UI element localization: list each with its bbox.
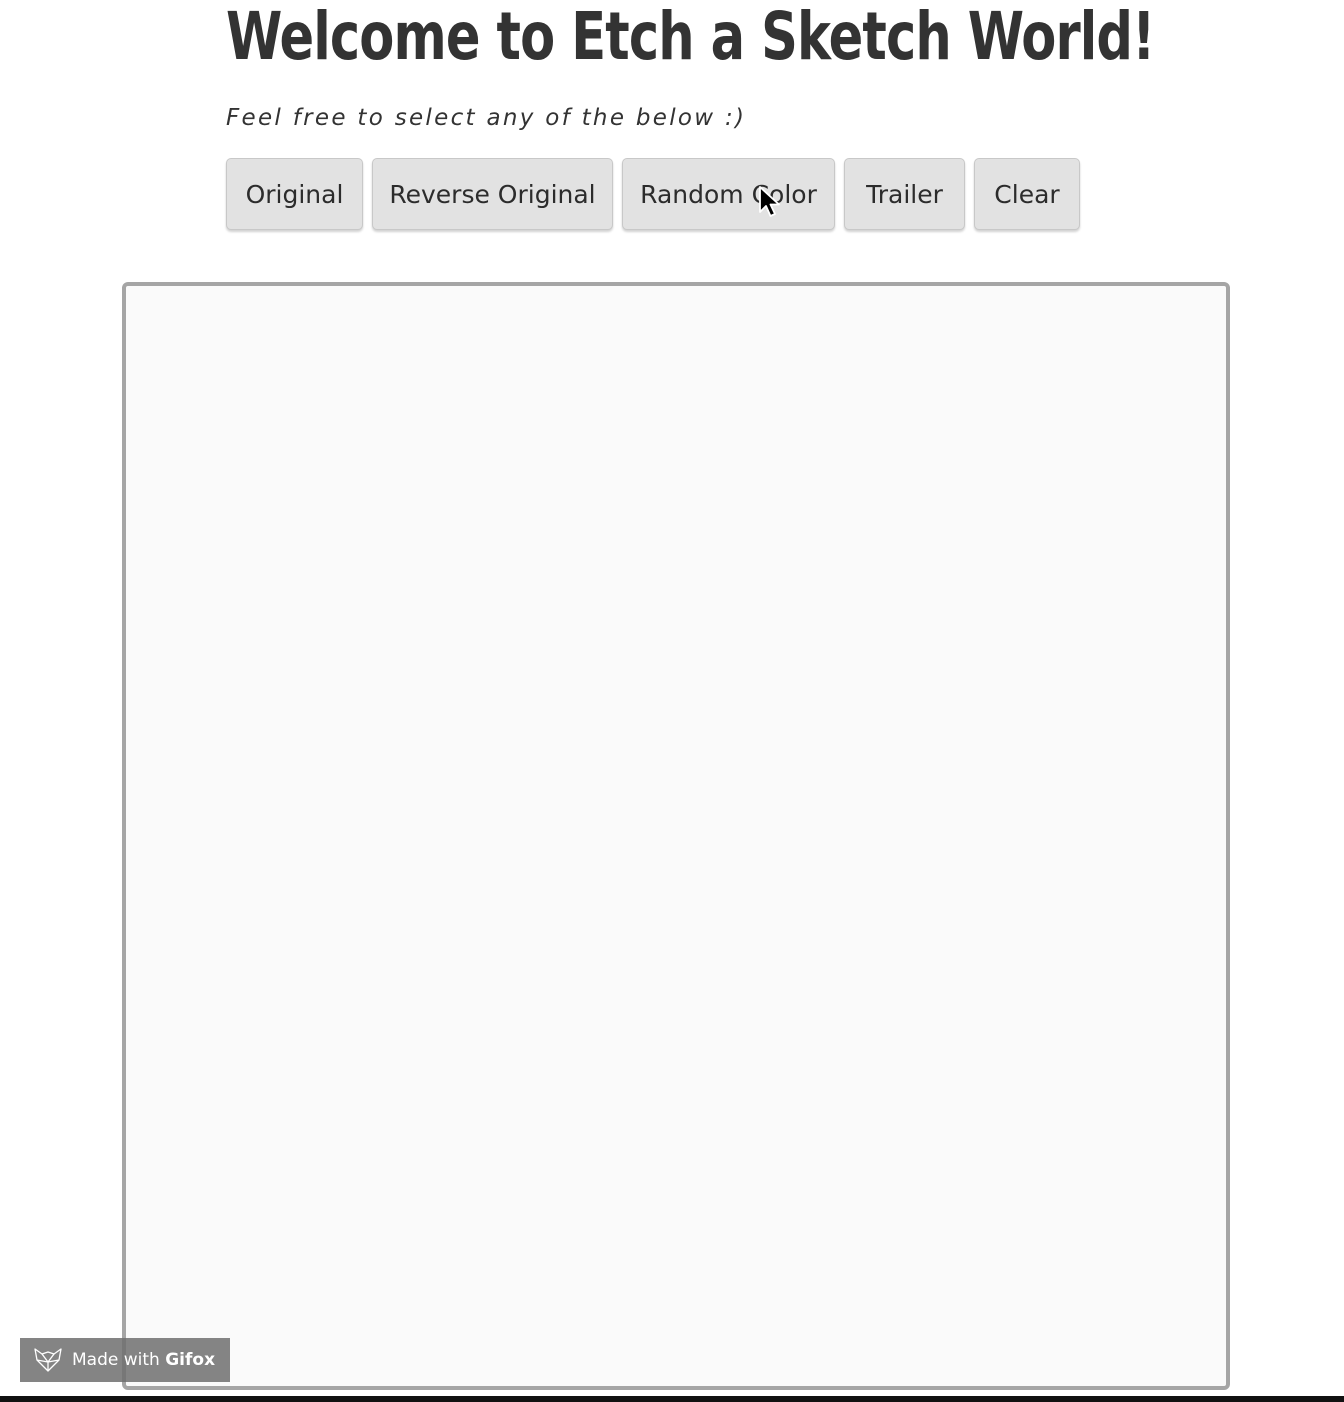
gifox-watermark-badge: Made with Gifox — [20, 1338, 230, 1382]
fox-logo-icon — [34, 1348, 62, 1372]
gifox-label: Made with Gifox — [72, 1350, 215, 1370]
clear-button[interactable]: Clear — [974, 158, 1080, 230]
reverse-original-button[interactable]: Reverse Original — [372, 158, 613, 230]
gifox-label-prefix: Made with — [72, 1350, 166, 1370]
original-button[interactable]: Original — [226, 158, 363, 230]
trailer-button[interactable]: Trailer — [844, 158, 965, 230]
page-title: Welcome to Etch a Sketch World! — [226, 0, 1155, 75]
random-color-button[interactable]: Random Color — [622, 158, 835, 230]
page-subtitle: Feel free to select any of the below :) — [226, 105, 747, 131]
bottom-edge-bar — [0, 1396, 1344, 1402]
gifox-brand-name: Gifox — [165, 1350, 216, 1370]
sketch-grid-canvas[interactable] — [122, 282, 1230, 1390]
